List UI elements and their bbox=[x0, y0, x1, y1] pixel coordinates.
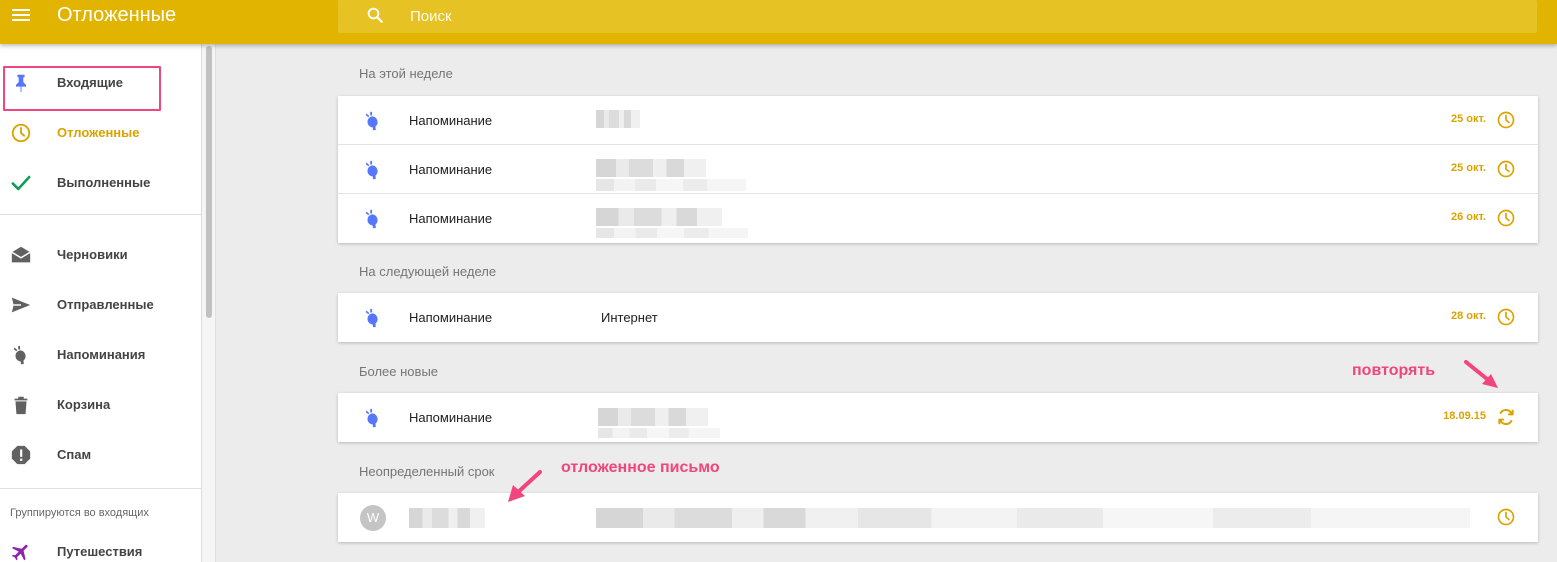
item-title: Напоминание bbox=[409, 113, 493, 128]
annotation-repeat: повторять bbox=[1352, 362, 1436, 379]
list-item[interactable]: Напоминание 26 окт. bbox=[338, 194, 1538, 243]
redacted-sender bbox=[409, 508, 485, 528]
annotation-snoozed-letter: отложенное письмо bbox=[561, 459, 720, 476]
spam-icon bbox=[11, 445, 31, 465]
section-title-undefined: Неопределенный срок bbox=[359, 464, 495, 479]
snooze-date: 26 окт. bbox=[1451, 211, 1486, 223]
reminder-card: Напоминание 18.09.15 bbox=[338, 393, 1538, 442]
search-input[interactable] bbox=[410, 6, 1010, 26]
list-item[interactable]: Напоминание 18.09.15 bbox=[338, 393, 1538, 442]
sidebar-item-label: Отправленные bbox=[57, 297, 154, 312]
redacted-subject bbox=[596, 159, 706, 177]
sidebar-item-label: Отложенные bbox=[57, 125, 140, 140]
trash-icon bbox=[14, 396, 28, 415]
section-title-this-week: На этой неделе bbox=[359, 66, 453, 81]
clock-icon bbox=[11, 123, 31, 143]
sidebar-scrollbar[interactable] bbox=[202, 44, 216, 562]
clock-icon[interactable] bbox=[1496, 507, 1516, 527]
airplane-icon bbox=[11, 544, 28, 561]
checkmark-icon bbox=[11, 175, 31, 191]
sidebar-item-travel[interactable]: Путешествия bbox=[0, 529, 200, 562]
search-icon[interactable] bbox=[366, 6, 384, 24]
annotation-arrow-snoozed bbox=[508, 470, 542, 502]
redacted-subject bbox=[598, 408, 708, 426]
redacted-subject bbox=[596, 110, 640, 128]
item-title: Напоминание bbox=[409, 162, 493, 177]
clock-icon[interactable] bbox=[1496, 208, 1516, 228]
list-item[interactable]: Напоминание Интернет 28 окт. bbox=[338, 293, 1538, 342]
item-title: Напоминание bbox=[409, 211, 493, 226]
sidebar-item-label: Черновики bbox=[57, 247, 128, 262]
item-title: Напоминание bbox=[409, 310, 493, 325]
redacted-subject bbox=[596, 179, 746, 191]
reminder-icon bbox=[365, 111, 378, 131]
top-app-bar: Отложенные bbox=[0, 0, 1557, 44]
annotation-arrow-repeat bbox=[1464, 360, 1498, 388]
sidebar-item-label: Корзина bbox=[57, 397, 111, 412]
snooze-date: 25 окт. bbox=[1451, 113, 1486, 125]
sidebar-item-label: Входящие bbox=[57, 75, 123, 90]
sidebar-divider bbox=[0, 214, 202, 215]
item-title: Напоминание bbox=[409, 410, 493, 425]
hamburger-menu-icon[interactable] bbox=[10, 6, 32, 26]
sidebar-item-drafts[interactable]: Черновики bbox=[0, 232, 200, 276]
section-title-next-week: На следующей неделе bbox=[359, 264, 497, 279]
clock-icon[interactable] bbox=[1496, 307, 1516, 327]
sidebar-divider bbox=[0, 488, 202, 489]
sidebar-item-inbox[interactable]: Входящие bbox=[0, 60, 200, 104]
reminder-icon bbox=[365, 408, 378, 428]
sidebar-item-spam[interactable]: Спам bbox=[0, 432, 200, 476]
clock-icon[interactable] bbox=[1496, 159, 1516, 179]
snooze-date: 18.09.15 bbox=[1443, 410, 1486, 422]
reminder-card: Напоминание 25 окт. Напоминание 25 окт. … bbox=[338, 96, 1538, 243]
pin-icon bbox=[15, 74, 27, 93]
reminder-icon bbox=[365, 308, 378, 328]
reminder-icon bbox=[365, 209, 378, 229]
list-item[interactable]: Напоминание 25 окт. bbox=[338, 145, 1538, 194]
sidebar-item-label: Спам bbox=[57, 447, 92, 462]
redacted-subject bbox=[596, 208, 722, 226]
sidebar-item-reminders[interactable]: Напоминания bbox=[0, 332, 200, 376]
sidebar-item-label: Путешествия bbox=[57, 544, 143, 559]
redacted-subject bbox=[596, 508, 858, 528]
snooze-date: 25 окт. bbox=[1451, 162, 1486, 174]
redacted-subject bbox=[598, 428, 720, 438]
reminder-icon bbox=[13, 345, 26, 365]
sidebar-item-label: Выполненные bbox=[57, 175, 151, 190]
drafts-icon bbox=[11, 246, 31, 263]
sidebar-item-trash[interactable]: Корзина bbox=[0, 382, 200, 426]
page-title: Отложенные bbox=[57, 4, 177, 26]
group-title: Группируются во входящих bbox=[10, 507, 149, 519]
list-item[interactable]: Напоминание 25 окт. bbox=[338, 96, 1538, 145]
send-icon bbox=[11, 297, 31, 313]
clock-icon[interactable] bbox=[1496, 110, 1516, 130]
snooze-date: 28 окт. bbox=[1451, 310, 1486, 322]
item-subject: Интернет bbox=[601, 310, 658, 325]
sidebar-item-done[interactable]: Выполненные bbox=[0, 160, 200, 204]
sidebar: Входящие Отложенные Выполненные Черновик… bbox=[0, 44, 202, 562]
sidebar-item-snoozed[interactable]: Отложенные bbox=[0, 110, 200, 154]
sidebar-item-label: Напоминания bbox=[57, 347, 146, 362]
reminder-icon bbox=[365, 160, 378, 180]
sidebar-item-sent[interactable]: Отправленные bbox=[0, 282, 200, 326]
scrollbar-thumb[interactable] bbox=[206, 46, 212, 318]
avatar: W bbox=[360, 505, 386, 531]
redacted-snippet bbox=[858, 508, 1470, 528]
section-title-later: Более новые bbox=[359, 364, 439, 379]
repeat-icon[interactable] bbox=[1496, 407, 1516, 427]
redacted-subject bbox=[596, 228, 748, 238]
reminder-card: Напоминание Интернет 28 окт. bbox=[338, 293, 1538, 342]
